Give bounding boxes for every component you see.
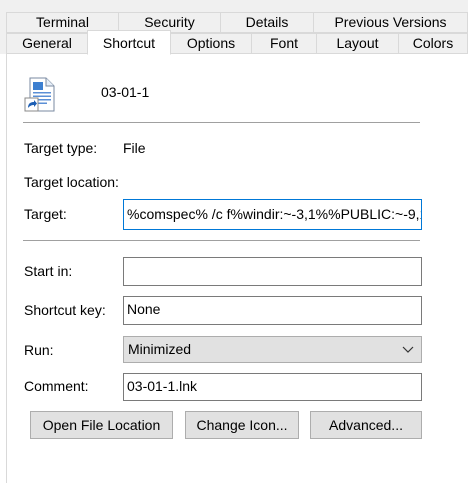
comment-input[interactable]: 03-01-1.lnk <box>123 373 422 401</box>
tab-colors[interactable]: Colors <box>398 33 468 54</box>
start-in-label: Start in: <box>24 263 73 279</box>
tab-shortcut[interactable]: Shortcut <box>87 30 171 55</box>
start-in-input[interactable] <box>123 257 422 286</box>
shortcut-key-label: Shortcut key: <box>24 302 106 318</box>
separator-top <box>23 122 420 123</box>
target-input[interactable]: %comspec% /c f%windir:~-3,1%%PUBLIC:~-9,… <box>123 199 422 230</box>
tab-general[interactable]: General <box>6 33 88 54</box>
separator-middle <box>23 240 420 241</box>
tab-previous-versions[interactable]: Previous Versions <box>313 12 468 33</box>
tab-strip: Terminal Security Details Previous Versi… <box>0 0 468 55</box>
change-icon-button[interactable]: Change Icon... <box>185 411 299 439</box>
tab-options[interactable]: Options <box>170 33 252 54</box>
shortcut-file-icon <box>24 77 58 113</box>
target-type-value: File <box>123 140 146 156</box>
target-label: Target: <box>24 206 67 222</box>
advanced-button[interactable]: Advanced... <box>310 411 422 439</box>
target-type-label: Target type: <box>24 140 98 156</box>
comment-label: Comment: <box>24 378 89 394</box>
tab-font[interactable]: Font <box>251 33 317 54</box>
tab-layout[interactable]: Layout <box>316 33 399 54</box>
run-select-value: Minimized <box>128 341 192 357</box>
run-label: Run: <box>24 342 54 358</box>
tab-details[interactable]: Details <box>220 12 314 33</box>
target-location-label: Target location: <box>24 174 119 190</box>
shortcut-name: 03-01-1 <box>101 84 150 100</box>
open-file-location-button[interactable]: Open File Location <box>30 411 173 439</box>
chevron-down-icon <box>401 339 415 359</box>
shortcut-key-input[interactable]: None <box>123 296 422 325</box>
run-select[interactable]: Minimized <box>123 336 422 363</box>
